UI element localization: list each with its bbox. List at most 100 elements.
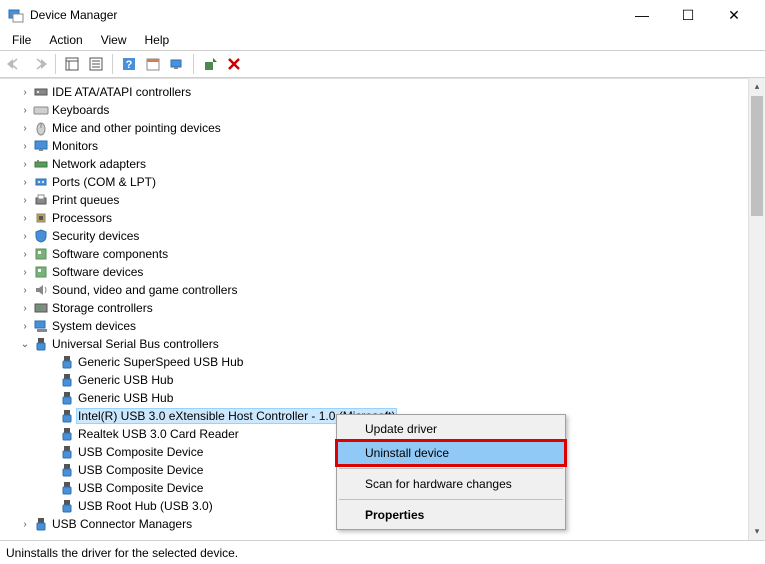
tree-node[interactable]: ›Security devices <box>0 227 765 245</box>
tree-node[interactable]: Generic SuperSpeed USB Hub <box>0 353 765 371</box>
properties-button[interactable] <box>85 53 107 75</box>
chevron-right-icon[interactable]: › <box>18 195 32 206</box>
chevron-right-icon[interactable]: › <box>18 285 32 296</box>
menu-file[interactable]: File <box>4 31 39 49</box>
tree-node-label: Monitors <box>50 139 100 153</box>
help-button[interactable]: ? <box>118 53 140 75</box>
chevron-right-icon[interactable]: › <box>18 249 32 260</box>
scroll-down-arrow[interactable]: ▾ <box>749 523 765 540</box>
tree-node[interactable]: › Sound, video and game controllers <box>0 281 765 299</box>
ctx-properties[interactable]: Properties <box>337 503 565 527</box>
chevron-right-icon[interactable]: › <box>18 159 32 170</box>
ctx-update-driver[interactable]: Update driver <box>337 417 565 441</box>
tree-node[interactable]: Generic USB Hub <box>0 371 765 389</box>
forward-button <box>28 53 50 75</box>
sound-icon <box>32 282 50 298</box>
usb-icon <box>32 516 50 532</box>
chevron-right-icon[interactable]: › <box>18 519 32 530</box>
software-icon <box>32 246 50 262</box>
app-icon <box>8 7 24 23</box>
tree-node-label: Universal Serial Bus controllers <box>50 337 221 351</box>
usb-icon <box>58 354 76 370</box>
menu-action[interactable]: Action <box>41 31 90 49</box>
tree-node-label: Ports (COM & LPT) <box>50 175 158 189</box>
chevron-right-icon[interactable]: › <box>18 231 32 242</box>
software-icon <box>32 264 50 280</box>
tree-node-label: Realtek USB 3.0 Card Reader <box>76 427 241 441</box>
toolbar-separator <box>55 54 56 74</box>
network-icon <box>32 156 50 172</box>
chevron-right-icon[interactable]: › <box>18 177 32 188</box>
mouse-icon <box>32 120 50 136</box>
tree-node[interactable]: › Ports (COM & LPT) <box>0 173 765 191</box>
tree-node-label: Sound, video and game controllers <box>50 283 239 297</box>
tree-node[interactable]: › Software devices <box>0 263 765 281</box>
tree-node[interactable]: ›Software components <box>0 245 765 263</box>
chevron-right-icon[interactable]: › <box>18 213 32 224</box>
minimize-button[interactable]: — <box>619 0 665 30</box>
chevron-down-icon[interactable]: ⌄ <box>18 339 32 350</box>
tree-node-label: Mice and other pointing devices <box>50 121 223 135</box>
tree-node[interactable]: ⌄ Universal Serial Bus controllers <box>0 335 765 353</box>
tree-node[interactable]: ›Keyboards <box>0 101 765 119</box>
tree-node-label: USB Composite Device <box>76 445 205 459</box>
show-hide-button[interactable] <box>61 53 83 75</box>
ctx-scan-hardware[interactable]: Scan for hardware changes <box>337 472 565 496</box>
tree-node[interactable]: ›Network adapters <box>0 155 765 173</box>
menu-help[interactable]: Help <box>137 31 178 49</box>
context-menu: Update driver Uninstall device Scan for … <box>336 414 566 530</box>
storage-icon <box>32 300 50 316</box>
status-text: Uninstalls the driver for the selected d… <box>6 546 238 560</box>
tree-node[interactable]: › Mice and other pointing devices <box>0 119 765 137</box>
calendar-icon[interactable] <box>142 53 164 75</box>
titlebar: Device Manager — ☐ ✕ <box>0 0 765 30</box>
window-controls: — ☐ ✕ <box>619 0 757 30</box>
tree-node[interactable]: ›System devices <box>0 317 765 335</box>
usb-icon <box>58 390 76 406</box>
tree-node-label: USB Root Hub (USB 3.0) <box>76 499 215 513</box>
scrollbar[interactable]: ▴ ▾ <box>748 78 765 540</box>
tree-node[interactable]: ›Processors <box>0 209 765 227</box>
menu-view[interactable]: View <box>93 31 135 49</box>
monitor-icon <box>32 138 50 154</box>
add-legacy-button[interactable] <box>199 53 221 75</box>
chevron-right-icon[interactable]: › <box>18 123 32 134</box>
statusbar: Uninstalls the driver for the selected d… <box>0 540 765 564</box>
tree-node[interactable]: › Storage controllers <box>0 299 765 317</box>
usb-icon <box>58 480 76 496</box>
ctx-uninstall-device[interactable]: Uninstall device <box>337 441 565 465</box>
usb-icon <box>58 462 76 478</box>
port-icon <box>32 174 50 190</box>
chevron-right-icon[interactable]: › <box>18 105 32 116</box>
usb-icon <box>58 408 76 424</box>
close-button[interactable]: ✕ <box>711 0 757 30</box>
tree-node-label: Software devices <box>50 265 145 279</box>
usb-icon <box>58 498 76 514</box>
window-title: Device Manager <box>30 8 619 22</box>
menubar: File Action View Help <box>0 30 765 50</box>
usb-icon <box>32 336 50 352</box>
chevron-right-icon[interactable]: › <box>18 141 32 152</box>
tree-node[interactable]: ›Print queues <box>0 191 765 209</box>
ctx-separator <box>339 499 563 500</box>
ctx-separator <box>339 468 563 469</box>
toolbar-separator <box>193 54 194 74</box>
maximize-button[interactable]: ☐ <box>665 0 711 30</box>
chevron-right-icon[interactable]: › <box>18 303 32 314</box>
svg-text:?: ? <box>126 59 133 71</box>
chevron-right-icon[interactable]: › <box>18 87 32 98</box>
scan-button[interactable] <box>166 53 188 75</box>
tree-node[interactable]: Generic USB Hub <box>0 389 765 407</box>
tree-node-label: Generic USB Hub <box>76 391 175 405</box>
scroll-thumb[interactable] <box>751 96 763 216</box>
chevron-right-icon[interactable]: › <box>18 321 32 332</box>
tree-node[interactable]: › IDE ATA/ATAPI controllers <box>0 83 765 101</box>
uninstall-button[interactable] <box>223 53 245 75</box>
tree-node-label: IDE ATA/ATAPI controllers <box>50 85 193 99</box>
tree-node-label: Storage controllers <box>50 301 155 315</box>
printer-icon <box>32 192 50 208</box>
tree-node[interactable]: › Monitors <box>0 137 765 155</box>
chevron-right-icon[interactable]: › <box>18 267 32 278</box>
tree-node-label: USB Composite Device <box>76 481 205 495</box>
scroll-up-arrow[interactable]: ▴ <box>749 78 765 95</box>
